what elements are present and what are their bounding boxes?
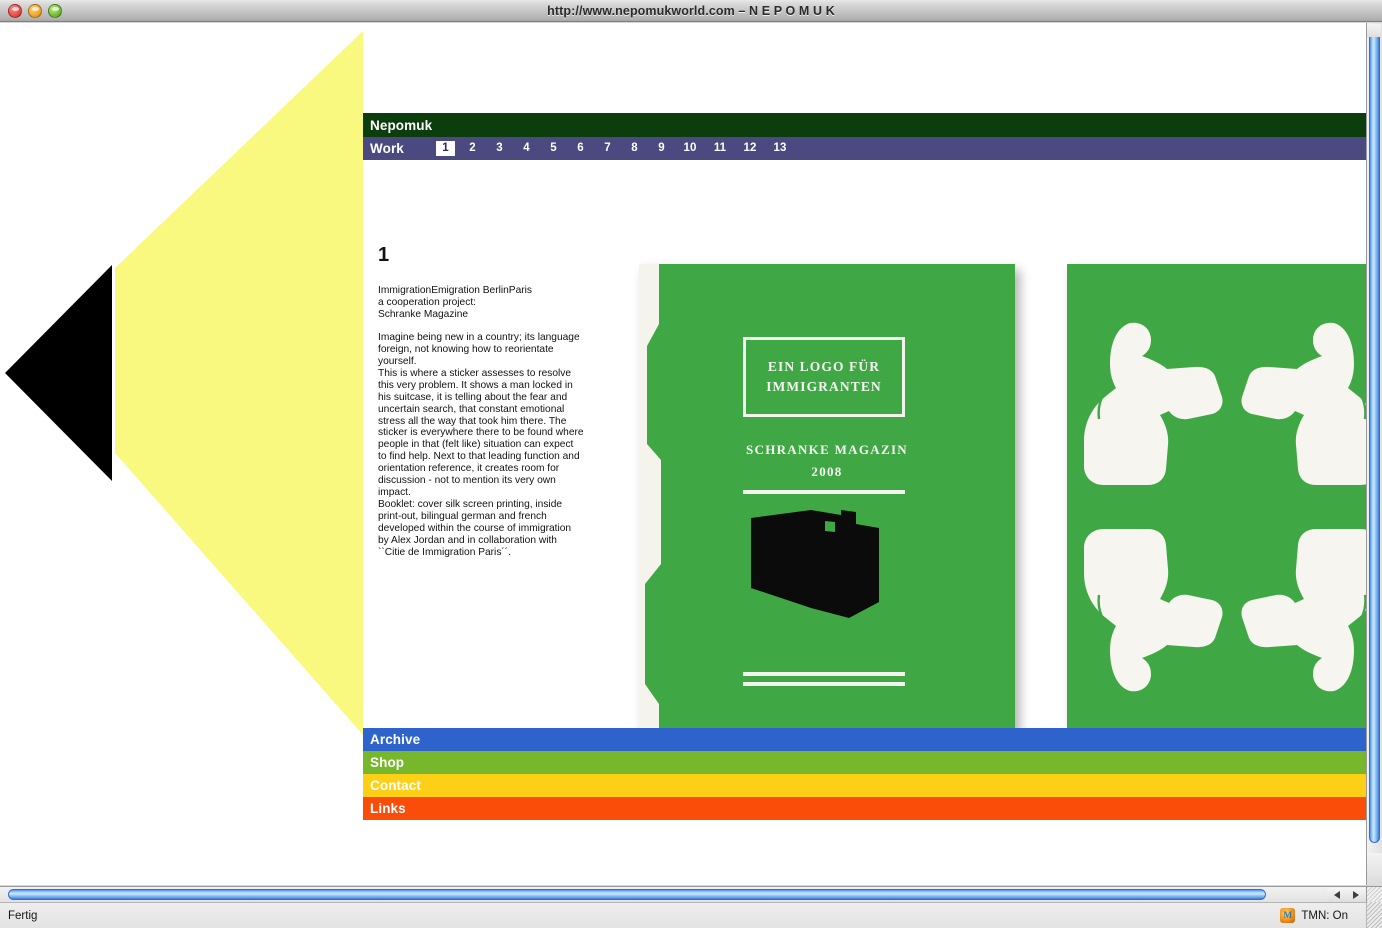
browser-window: http://www.nepomukworld.com – N E P O M … (0, 0, 1382, 928)
horizontal-scrollbar-thumb[interactable] (8, 889, 1266, 900)
project-heading-line-3: Schranke Magazine (378, 308, 469, 320)
tmn-status[interactable]: M TMN: On (1280, 908, 1348, 923)
window-titlebar[interactable]: http://www.nepomukworld.com – N E P O M … (0, 0, 1382, 22)
work-label: Work (370, 141, 404, 156)
briefcase-icon (751, 510, 879, 618)
work-number-2[interactable]: 2 (463, 141, 482, 156)
tmn-icon: M (1280, 908, 1296, 923)
nav-label-links: Links (370, 801, 406, 816)
work-number-4[interactable]: 4 (517, 141, 536, 156)
project-heading-line-1: ImmigrationEmigration BerlinParis (378, 285, 532, 296)
work-number-6[interactable]: 6 (571, 141, 590, 156)
mirrored-figures-graphic (1082, 321, 1366, 693)
page-viewport: Nepomuk Work 1 2 3 4 5 6 7 8 9 10 11 12 (0, 23, 1366, 885)
tmn-status-label: TMN: On (1301, 909, 1348, 922)
horizontal-scrollbar[interactable] (0, 886, 1366, 902)
vertical-scrollbar[interactable] (1366, 23, 1382, 885)
project-body-paragraph-1: Imagine being new in a country; its lang… (378, 332, 580, 368)
work-number-1[interactable]: 1 (436, 141, 455, 156)
booklet-back-cover-image[interactable] (1067, 264, 1366, 728)
nav-bar-shop[interactable]: Shop (363, 751, 1366, 774)
scrollbar-corner (1366, 886, 1382, 902)
cover-rule-top (743, 490, 905, 494)
status-bar: Fertig M TMN: On (0, 902, 1382, 928)
nav-label-contact: Contact (370, 778, 421, 793)
minimize-window-button[interactable] (28, 4, 42, 18)
scroll-right-arrow-icon[interactable] (1352, 891, 1359, 899)
booklet-front-cover-image[interactable]: EIN LOGO FÜR IMMIGRANTEN SCHRANKE MAGAZI… (639, 264, 1015, 728)
project-description: ImmigrationEmigration BerlinParis a coop… (378, 285, 584, 558)
project-body-paragraph-2: This is where a sticker assesses to reso… (378, 367, 584, 498)
traffic-light-group (8, 4, 62, 18)
zoom-window-button[interactable] (48, 4, 62, 18)
scroll-left-arrow-icon[interactable] (1333, 891, 1340, 899)
window-title: http://www.nepomukworld.com – N E P O M … (547, 3, 835, 18)
work-number-7[interactable]: 7 (598, 141, 617, 156)
project-heading-line-2: a cooperation project: (378, 296, 476, 308)
booklet-spine-flap (639, 264, 661, 728)
work-number-5[interactable]: 5 (544, 141, 563, 156)
brand-label: Nepomuk (370, 117, 433, 133)
vertical-scrollbar-arrows[interactable] (1367, 853, 1382, 885)
project-number: 1 (378, 244, 390, 266)
nav-bar-archive[interactable]: Archive (363, 728, 1366, 751)
horizontal-scrollbar-arrows[interactable] (1327, 888, 1365, 902)
cover-title-line-2: IMMIGRANTEN (766, 379, 882, 394)
nav-bar-contact[interactable]: Contact (363, 774, 1366, 797)
work-number-9[interactable]: 9 (652, 141, 671, 156)
work-number-8[interactable]: 8 (625, 141, 644, 156)
cover-magazine-name: SCHRANKE MAGAZIN (745, 442, 908, 457)
cover-year: 2008 (811, 464, 843, 479)
brand-bar-nepomuk[interactable]: Nepomuk (363, 113, 1366, 137)
cover-rule-bottom (743, 682, 905, 686)
close-window-button[interactable] (8, 4, 22, 18)
window-resize-grip[interactable] (1366, 902, 1382, 928)
cover-rule-middle (743, 672, 905, 676)
status-message: Fertig (8, 909, 38, 922)
work-number-11[interactable]: 11 (709, 141, 731, 156)
cover-title-box: EIN LOGO FÜR IMMIGRANTEN (743, 337, 905, 417)
work-number-13[interactable]: 13 (769, 141, 791, 156)
nav-bar-links[interactable]: Links (363, 797, 1366, 820)
work-number-list: 1 2 3 4 5 6 7 8 9 10 11 12 13 (436, 141, 799, 156)
work-number-12[interactable]: 12 (739, 141, 761, 156)
nav-label-shop: Shop (370, 755, 405, 770)
nav-bar-work[interactable]: Work 1 2 3 4 5 6 7 8 9 10 11 12 13 (363, 137, 1366, 160)
project-panel: 1 ImmigrationEmigration BerlinParis a co… (363, 160, 1366, 728)
scroll-up-arrow-button[interactable] (1367, 24, 1381, 37)
work-number-10[interactable]: 10 (679, 141, 701, 156)
nav-label-archive: Archive (370, 732, 421, 747)
site-content: Nepomuk Work 1 2 3 4 5 6 7 8 9 10 11 12 (363, 113, 1366, 820)
vertical-scrollbar-thumb[interactable] (1369, 25, 1380, 843)
cover-title-line-1: EIN LOGO FÜR (767, 359, 881, 374)
project-body-paragraph-3: Booklet: cover silk screen printing, ins… (378, 498, 572, 558)
work-number-3[interactable]: 3 (490, 141, 509, 156)
